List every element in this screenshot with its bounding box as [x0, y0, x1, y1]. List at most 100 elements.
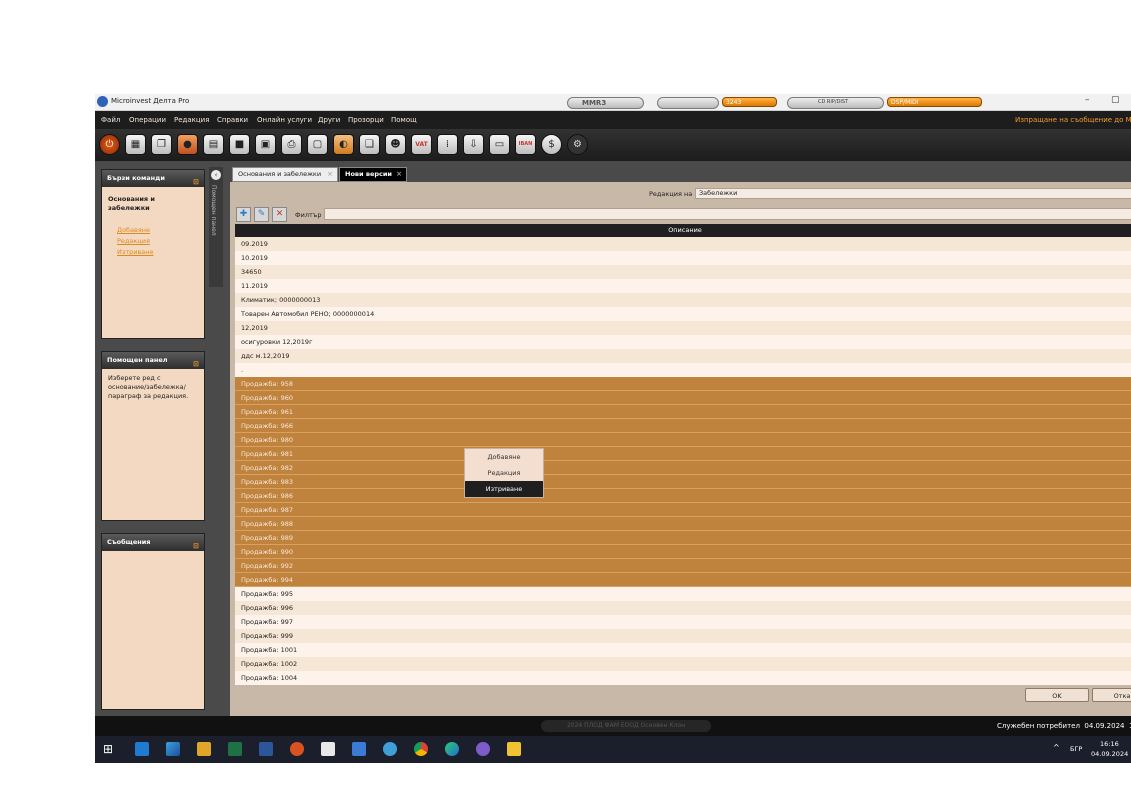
table-row[interactable]: Продажба: 988	[235, 517, 1131, 531]
calculator-icon[interactable]: ▦	[125, 134, 146, 155]
table-row[interactable]: 34650	[235, 265, 1131, 279]
report-icon[interactable]: ▣	[255, 134, 276, 155]
printer-icon[interactable]: ⎙	[281, 134, 302, 155]
tray-time[interactable]: 16:16	[1100, 740, 1119, 748]
table-row[interactable]: Продажба: 980	[235, 433, 1131, 447]
power-icon[interactable]: ⏻	[99, 134, 120, 155]
export-icon[interactable]: ⇩	[463, 134, 484, 155]
menu-online-services[interactable]: Онлайн услуги	[257, 116, 312, 124]
menu-reports[interactable]: Справки	[217, 116, 248, 124]
vat-icon[interactable]: VAT	[411, 134, 432, 155]
filter-input[interactable]	[324, 208, 1131, 220]
explorer-icon[interactable]	[507, 742, 521, 756]
context-menu-edit[interactable]: Редакция	[465, 465, 543, 481]
table-row[interactable]: Продажба: 994	[235, 573, 1131, 587]
context-menu-delete[interactable]: Изтриване	[465, 481, 543, 497]
notepad-icon[interactable]	[321, 742, 335, 756]
documents-icon[interactable]: ❐	[151, 134, 172, 155]
table-row[interactable]: Товарен Автомобил РЕНО; 0000000014	[235, 307, 1131, 321]
help-panel-side-tab[interactable]: ‹ Помощен панел	[209, 167, 223, 287]
table-row[interactable]: Продажба: 966	[235, 419, 1131, 433]
table-row[interactable]: Продажба: 990	[235, 545, 1131, 559]
table-row[interactable]: Продажба: 995	[235, 587, 1131, 601]
edit-link[interactable]: Редакция	[102, 236, 204, 247]
viber-icon[interactable]	[476, 742, 490, 756]
table-row[interactable]: Продажба: 982	[235, 461, 1131, 475]
table-row[interactable]: Продажба: 1004	[235, 671, 1131, 685]
delete-link[interactable]: Изтриване	[102, 247, 204, 258]
table-row[interactable]: 09.2019	[235, 237, 1131, 251]
ledger-icon[interactable]: ■	[229, 134, 250, 155]
table-row[interactable]: Продажба: 981	[235, 447, 1131, 461]
table-row[interactable]: .	[235, 363, 1131, 377]
table-row[interactable]: ддс м.12,2019	[235, 349, 1131, 363]
excel-icon[interactable]	[228, 742, 242, 756]
tray-arrow-icon[interactable]: ^	[1053, 743, 1060, 752]
collapse-icon[interactable]: ‹	[211, 170, 221, 180]
import-icon[interactable]: ▭	[489, 134, 510, 155]
menu-help[interactable]: Помощ	[391, 116, 417, 124]
edit-record-button[interactable]: ✎	[254, 207, 269, 222]
add-record-button[interactable]: ✚	[236, 207, 251, 222]
ok-button[interactable]: OK	[1025, 688, 1089, 702]
table-row[interactable]: Продажба: 989	[235, 531, 1131, 545]
close-icon[interactable]: ×	[396, 168, 402, 181]
cart-icon[interactable]: ●	[177, 134, 198, 155]
maximize-button[interactable]: ▢	[1111, 95, 1120, 105]
iban-icon[interactable]: IBAN	[515, 134, 536, 155]
table-row[interactable]: 11.2019	[235, 279, 1131, 293]
menu-edit[interactable]: Редакция	[174, 116, 209, 124]
table-row[interactable]: Продажба: 960	[235, 391, 1131, 405]
table-row[interactable]: Продажба: 986	[235, 489, 1131, 503]
pin-icon[interactable]: ⊡	[193, 538, 199, 555]
table-row[interactable]: Продажба: 961	[235, 405, 1131, 419]
table-row[interactable]: Продажба: 987	[235, 503, 1131, 517]
table-row[interactable]: 12,2019	[235, 321, 1131, 335]
table-row[interactable]: Продажба: 997	[235, 615, 1131, 629]
currency-icon[interactable]: $	[541, 134, 562, 155]
table-row[interactable]: Продажба: 996	[235, 601, 1131, 615]
folder-icon[interactable]: ❏	[359, 134, 380, 155]
add-link[interactable]: Добавяне	[102, 225, 204, 236]
table-row[interactable]: Продажба: 992	[235, 559, 1131, 573]
close-icon[interactable]: ×	[327, 168, 333, 181]
cash-register-icon[interactable]: ▤	[203, 134, 224, 155]
table-row[interactable]: Продажба: 983	[235, 475, 1131, 489]
table-row[interactable]: осигуровки 12,2019г	[235, 335, 1131, 349]
delta-icon[interactable]	[352, 742, 366, 756]
app-icon[interactable]	[197, 742, 211, 756]
cancel-button[interactable]: Отка	[1092, 688, 1131, 702]
tray-language[interactable]: БГР	[1070, 745, 1082, 753]
stats-icon[interactable]: ⁞	[437, 134, 458, 155]
pin-icon[interactable]: ⊡	[193, 174, 199, 191]
chart-app-icon[interactable]	[166, 742, 180, 756]
network-icon[interactable]	[383, 742, 397, 756]
security-icon[interactable]	[290, 742, 304, 756]
pin-icon[interactable]: ⊡	[193, 356, 199, 373]
document-icon[interactable]: ▢	[307, 134, 328, 155]
tab-reasons-notes[interactable]: Основания и забележки ×	[232, 167, 338, 182]
table-row[interactable]: Продажба: 1002	[235, 657, 1131, 671]
delete-record-button[interactable]: ✕	[272, 207, 287, 222]
edge-icon[interactable]	[445, 742, 459, 756]
context-menu-add[interactable]: Добавяне	[465, 449, 543, 465]
user-icon[interactable]: ☻	[385, 134, 406, 155]
menu-operations[interactable]: Операции	[129, 116, 166, 124]
menu-other[interactable]: Други	[318, 116, 340, 124]
settings-icon[interactable]: ⚙	[567, 134, 588, 155]
chrome-icon[interactable]	[414, 742, 428, 756]
table-row[interactable]: Климатик; 0000000013	[235, 293, 1131, 307]
menu-file[interactable]: Файл	[101, 116, 120, 124]
edit-of-select[interactable]: Забележки	[695, 188, 1131, 199]
tray-date[interactable]: 04.09.2024	[1091, 750, 1128, 758]
table-row[interactable]: Продажба: 999	[235, 629, 1131, 643]
table-row[interactable]: 10.2019	[235, 251, 1131, 265]
tab-new-versions[interactable]: Нови версии ×	[339, 167, 407, 182]
table-row[interactable]: Продажба: 1001	[235, 643, 1131, 657]
player-transport[interactable]	[657, 97, 719, 109]
word-icon[interactable]	[259, 742, 273, 756]
menu-windows[interactable]: Прозорци	[348, 116, 384, 124]
table-row[interactable]: Продажба: 958	[235, 377, 1131, 391]
minimize-button[interactable]: –	[1085, 95, 1090, 105]
task-view-icon[interactable]	[135, 742, 149, 756]
